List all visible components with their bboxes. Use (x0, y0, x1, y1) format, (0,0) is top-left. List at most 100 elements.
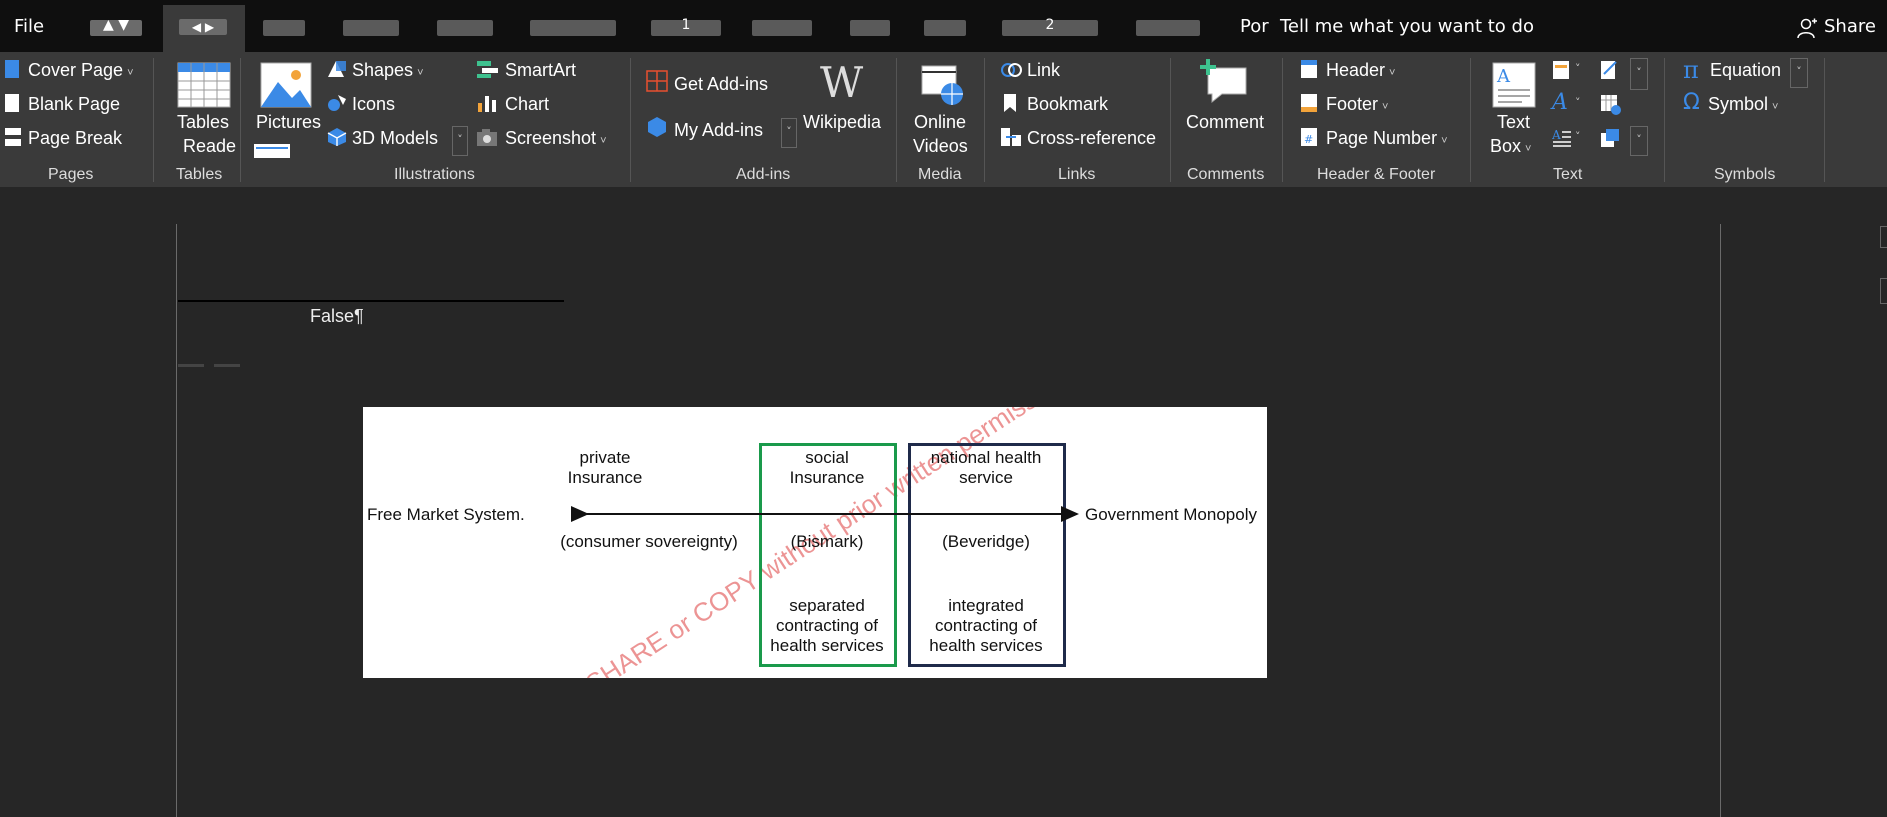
chevron-down-icon: ˅ (1389, 67, 1396, 79)
shapes-button[interactable]: Shapes ˅ (352, 60, 424, 81)
group-label-comments: Comments (1187, 166, 1265, 183)
tab-stub[interactable] (437, 20, 493, 36)
screenshot-label: Screenshot (505, 128, 597, 148)
text-box-icon: A (1492, 62, 1536, 108)
share-button[interactable]: Share (1824, 16, 1876, 37)
integrated-contracting-label: integrated contracting of health service… (929, 596, 1043, 655)
chart-button[interactable]: Chart (505, 94, 549, 115)
text-more-dropdown[interactable]: ˅ (1630, 126, 1648, 156)
tab-stub[interactable] (343, 20, 399, 36)
link-icon (1001, 63, 1022, 77)
page-break-button[interactable]: Page Break (28, 128, 122, 149)
private-insurance-label: private Insurance (567, 448, 643, 487)
page-border-left (176, 224, 177, 817)
tab-arrows-icon: ◀ ▶ (179, 19, 227, 35)
equation-dropdown[interactable]: ˅ (1790, 58, 1808, 88)
3d-models-button[interactable]: 3D Models (352, 128, 438, 149)
social-insurance-label: social Insurance (789, 448, 865, 487)
text-more-dropdown[interactable]: ˅ (1630, 58, 1648, 90)
svg-text:#: # (1304, 133, 1313, 146)
group-label-links: Links (1058, 166, 1096, 183)
scrollbar-up-button[interactable] (1880, 226, 1887, 248)
page-number-button[interactable]: Page Number ˅ (1326, 128, 1448, 149)
pictures-icon (260, 62, 312, 108)
tab-stub[interactable] (752, 20, 812, 36)
tab-stub[interactable] (850, 20, 890, 36)
wordart-icon[interactable]: A (1552, 90, 1568, 115)
tell-me-search[interactable]: Tell me what you want to do (1280, 16, 1534, 37)
tab-stub[interactable] (924, 20, 966, 36)
chevron-down-icon: ˅ (600, 135, 607, 147)
group-label-symbols: Symbols (1714, 166, 1776, 183)
cover-page-button[interactable]: Cover Page ˅ (28, 60, 134, 81)
text-box-button[interactable]: Text (1497, 112, 1530, 133)
file-tab[interactable]: File (14, 16, 44, 37)
shapes-label: Shapes (352, 60, 414, 80)
wikipedia-button[interactable]: Wikipedia (803, 112, 881, 133)
false-paragraph[interactable]: False¶ (310, 306, 364, 327)
health-systems-figure[interactable]: SHARE or COPY without prior written perm… (363, 407, 1267, 678)
page-border-right (1720, 224, 1721, 817)
group-label-header-footer: Header & Footer (1317, 166, 1436, 183)
header-button[interactable]: Header ˅ (1326, 60, 1395, 81)
symbol-button[interactable]: Symbol ˅ (1708, 94, 1778, 115)
tab-stub[interactable] (1136, 20, 1200, 36)
group-divider (1282, 58, 1283, 182)
tab-stub[interactable]: 2 (1002, 17, 1098, 36)
3d-models-dropdown[interactable]: ˅ (452, 126, 468, 156)
store-icon (646, 70, 668, 92)
cross-reference-button[interactable]: Cross-reference (1027, 128, 1156, 149)
symbol-label: Symbol (1708, 94, 1769, 114)
tab-stub[interactable] (263, 20, 305, 36)
my-add-ins-dropdown[interactable]: ˅ (781, 118, 797, 148)
equation-button[interactable]: Equation (1710, 60, 1781, 81)
footer-icon (1301, 94, 1317, 112)
blank-page-icon (5, 94, 19, 112)
3d-models-icon (327, 128, 347, 146)
immersive-reader-label[interactable]: Reade (183, 136, 236, 157)
tables-button[interactable]: Tables (177, 112, 229, 133)
chevron-down-icon[interactable]: ˅ (1575, 96, 1581, 109)
scrollbar-thumb[interactable] (1880, 278, 1887, 304)
link-button[interactable]: Link (1027, 60, 1060, 81)
government-monopoly-label: Government Monopoly (1085, 505, 1257, 524)
cover-page-icon (5, 60, 19, 78)
online-videos-button[interactable]: Online (914, 112, 966, 133)
picture-thumbnail-icon (254, 144, 290, 158)
my-add-ins-button[interactable]: My Add-ins (674, 120, 763, 141)
drop-cap-icon: A (1552, 128, 1571, 147)
icons-button[interactable]: Icons (352, 94, 395, 115)
active-tab-insert[interactable]: ◀ ▶ (163, 5, 245, 52)
share-person-icon (1797, 18, 1817, 39)
group-divider (1664, 58, 1665, 182)
get-add-ins-button[interactable]: Get Add-ins (674, 74, 768, 95)
pictures-button[interactable]: Pictures (256, 112, 321, 133)
page-number-label: Page Number (1326, 128, 1438, 148)
tab-stub[interactable] (530, 20, 616, 36)
quick-access-arrows[interactable]: ▲ ▼ (90, 17, 142, 36)
chevron-down-icon[interactable]: ˅ (1575, 130, 1581, 143)
svg-text:A: A (1552, 128, 1561, 142)
chevron-down-icon: ˅ (457, 133, 463, 146)
online-videos-label: Videos (913, 136, 968, 156)
group-label-text: Text (1553, 166, 1583, 183)
tab-stub[interactable]: 1 (651, 17, 721, 36)
beveridge-label: (Beveridge) (942, 532, 1030, 551)
comment-button[interactable]: Comment (1186, 112, 1264, 133)
group-divider (984, 58, 985, 182)
screenshot-button[interactable]: Screenshot ˅ (505, 128, 607, 149)
ruler-number: 1 (681, 17, 691, 33)
smartart-button[interactable]: SmartArt (505, 60, 576, 81)
footer-button[interactable]: Footer ˅ (1326, 94, 1388, 115)
screenshot-icon (477, 129, 497, 146)
pi-icon: π (1683, 56, 1699, 84)
chevron-down-icon[interactable]: ˅ (1575, 62, 1581, 75)
consumer-sovereignty-label: (consumer sovereignty) (560, 532, 738, 551)
horizontal-rule (178, 300, 564, 302)
group-divider (630, 58, 631, 182)
text-box-label: Box ˅ (1490, 136, 1531, 157)
separated-contracting-label: separated contracting of health services (770, 596, 884, 655)
bookmark-button[interactable]: Bookmark (1027, 94, 1108, 115)
tab-por[interactable]: Por (1240, 16, 1269, 37)
blank-page-button[interactable]: Blank Page (28, 94, 120, 115)
